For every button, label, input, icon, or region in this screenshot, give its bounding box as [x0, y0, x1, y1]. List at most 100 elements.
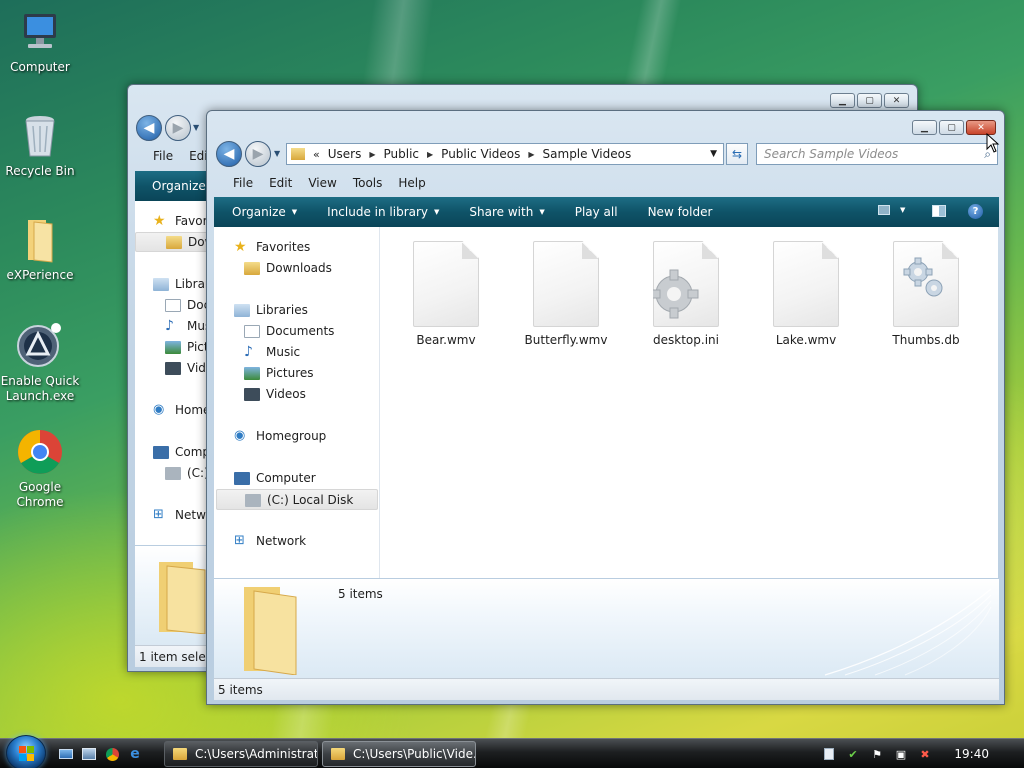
- tray-document-icon[interactable]: [822, 747, 836, 761]
- navigation-pane: ★ Favorites Downloads Libraries Documents…: [214, 227, 380, 578]
- desktop-icon-recycle-bin[interactable]: Recycle Bin: [0, 112, 80, 179]
- refresh-button[interactable]: ⇆: [726, 143, 748, 165]
- dropdown-arrow-icon: ▼: [434, 208, 440, 216]
- nav-pictures[interactable]: Pictures: [244, 365, 314, 381]
- back-status-bar: 1 item selected: [135, 645, 215, 667]
- nav-documents[interactable]: Documents: [244, 323, 334, 339]
- minimize-button[interactable]: ▁: [830, 93, 855, 108]
- address-bar[interactable]: « Users ▶ Public ▶ Public Videos ▶ Sampl…: [286, 143, 724, 165]
- organize-button[interactable]: Organize ▼: [232, 205, 297, 219]
- videos-icon: [244, 386, 260, 402]
- file-item-thumbs-db[interactable]: Thumbs.db: [876, 241, 976, 347]
- computer-icon: [234, 470, 250, 486]
- tray-shield-check-icon[interactable]: ✔: [846, 747, 860, 761]
- minimize-button[interactable]: ▁: [912, 120, 937, 135]
- forward-button[interactable]: ▶: [245, 141, 271, 167]
- chrome-icon[interactable]: [104, 746, 120, 762]
- view-options-button[interactable]: ▼: [878, 205, 905, 215]
- gear-icon: [653, 269, 699, 319]
- settings-file-icon: [653, 241, 719, 327]
- pictures-icon: [165, 339, 181, 355]
- menu-file[interactable]: File: [233, 176, 253, 190]
- desktop-icon-computer[interactable]: Computer: [0, 8, 80, 75]
- breadcrumb-public-videos[interactable]: Public Videos: [441, 147, 520, 161]
- nav-videos[interactable]: Videos: [244, 386, 306, 402]
- breadcrumb-separator-icon[interactable]: ▶: [427, 150, 433, 159]
- breadcrumb-users[interactable]: Users: [328, 147, 362, 161]
- breadcrumb-separator-icon[interactable]: ▶: [528, 150, 534, 159]
- forward-button[interactable]: ▶: [165, 115, 191, 141]
- recent-pages-dropdown[interactable]: ▼: [274, 149, 280, 158]
- file-name: Butterfly.wmv: [524, 333, 608, 347]
- taskbar: e C:\Users\Administrat... C:\Users\Publi…: [0, 735, 1024, 768]
- back-command-bar: Organize: [135, 171, 215, 201]
- front-explorer-window[interactable]: ▁ ▢ ✕ ◀ ▶ ▼ « Users ▶ Public ▶ Public Vi…: [206, 110, 1005, 705]
- back-button[interactable]: ◀: [216, 141, 242, 167]
- show-desktop-icon[interactable]: [58, 746, 74, 762]
- window-controls: ▁ ▢ ✕: [912, 120, 996, 135]
- file-item-desktop-ini[interactable]: desktop.ini: [636, 241, 736, 347]
- taskbar-button-public-videos[interactable]: C:\Users\Public\Vide...: [322, 741, 476, 767]
- nav-computer[interactable]: Computer: [234, 470, 316, 486]
- help-icon[interactable]: ?: [968, 204, 983, 219]
- desktop-icon-experience[interactable]: eXPerience: [0, 216, 80, 283]
- organize-button[interactable]: Organize: [152, 179, 206, 193]
- search-placeholder: Search Sample Videos: [764, 147, 899, 161]
- system-clock[interactable]: 19:40: [954, 747, 989, 761]
- include-in-library-button[interactable]: Include in library ▼: [327, 205, 439, 219]
- nav-local-disk[interactable]: (C:) Local Disk: [216, 489, 378, 510]
- address-dropdown-icon[interactable]: ▼: [710, 149, 717, 159]
- breadcrumb-sample-videos[interactable]: Sample Videos: [543, 147, 632, 161]
- nav-music[interactable]: ♪ Music: [244, 344, 300, 360]
- menu-help[interactable]: Help: [398, 176, 425, 190]
- folder-icon: [173, 748, 187, 760]
- start-button[interactable]: [6, 735, 46, 768]
- document-icon: [413, 241, 479, 327]
- preview-pane-button[interactable]: [932, 205, 946, 217]
- breadcrumb-separator-icon[interactable]: ▶: [369, 150, 375, 159]
- internet-explorer-icon[interactable]: e: [127, 746, 143, 762]
- star-icon: ★: [153, 213, 166, 229]
- new-folder-button[interactable]: New folder: [648, 205, 713, 219]
- status-text: 5 items: [218, 682, 263, 697]
- folder-icon: [331, 748, 345, 760]
- taskbar-button-administrator[interactable]: C:\Users\Administrat...: [164, 741, 318, 767]
- mouse-cursor: [986, 133, 1000, 153]
- switch-windows-icon[interactable]: [81, 746, 97, 762]
- desktop-icon-enable-quick-launch[interactable]: Enable Quick Launch.exe: [0, 322, 80, 404]
- view-icon: [878, 205, 890, 215]
- maximize-button[interactable]: ▢: [939, 120, 964, 135]
- tray-flag-icon[interactable]: ⚑: [870, 747, 884, 761]
- menu-edit[interactable]: Edit: [269, 176, 292, 190]
- recent-pages-dropdown[interactable]: ▼: [193, 123, 199, 132]
- desktop-icon-google-chrome[interactable]: Google Chrome: [0, 428, 80, 510]
- tray-volume-muted-icon[interactable]: ✖: [918, 747, 932, 761]
- nav-network[interactable]: ⊞ Network: [234, 533, 306, 549]
- address-folder-icon: [291, 148, 305, 160]
- tray-network-icon[interactable]: ▣: [894, 747, 908, 761]
- maximize-button[interactable]: ▢: [857, 93, 882, 108]
- nav-favorites[interactable]: ★ Favorites: [234, 239, 310, 255]
- nav-local-disk[interactable]: (C:): [165, 465, 209, 481]
- nav-homegroup[interactable]: ◉Homegroup: [234, 428, 326, 444]
- back-button[interactable]: ◀: [136, 115, 162, 141]
- share-with-button[interactable]: Share with ▼: [469, 205, 544, 219]
- menu-view[interactable]: View: [308, 176, 336, 190]
- menu-tools[interactable]: Tools: [353, 176, 383, 190]
- menu-file[interactable]: File: [153, 149, 173, 163]
- breadcrumb-overflow[interactable]: «: [313, 148, 320, 161]
- nav-downloads[interactable]: Downloads: [135, 232, 254, 252]
- nav-downloads[interactable]: Downloads: [244, 260, 332, 276]
- documents-icon: [244, 323, 260, 339]
- downloads-folder-icon: [244, 260, 260, 276]
- nav-libraries[interactable]: Libraries: [234, 302, 308, 318]
- file-item-lake[interactable]: Lake.wmv: [756, 241, 856, 347]
- desktop-icon-label: Recycle Bin: [5, 164, 75, 178]
- play-all-button[interactable]: Play all: [575, 205, 618, 219]
- file-item-butterfly[interactable]: Butterfly.wmv: [516, 241, 616, 347]
- status-text: 1 item selected: [139, 649, 215, 664]
- search-input[interactable]: Search Sample Videos ⌕: [756, 143, 998, 165]
- close-button[interactable]: ✕: [884, 93, 909, 108]
- file-item-bear[interactable]: Bear.wmv: [396, 241, 496, 347]
- breadcrumb-public[interactable]: Public: [384, 147, 420, 161]
